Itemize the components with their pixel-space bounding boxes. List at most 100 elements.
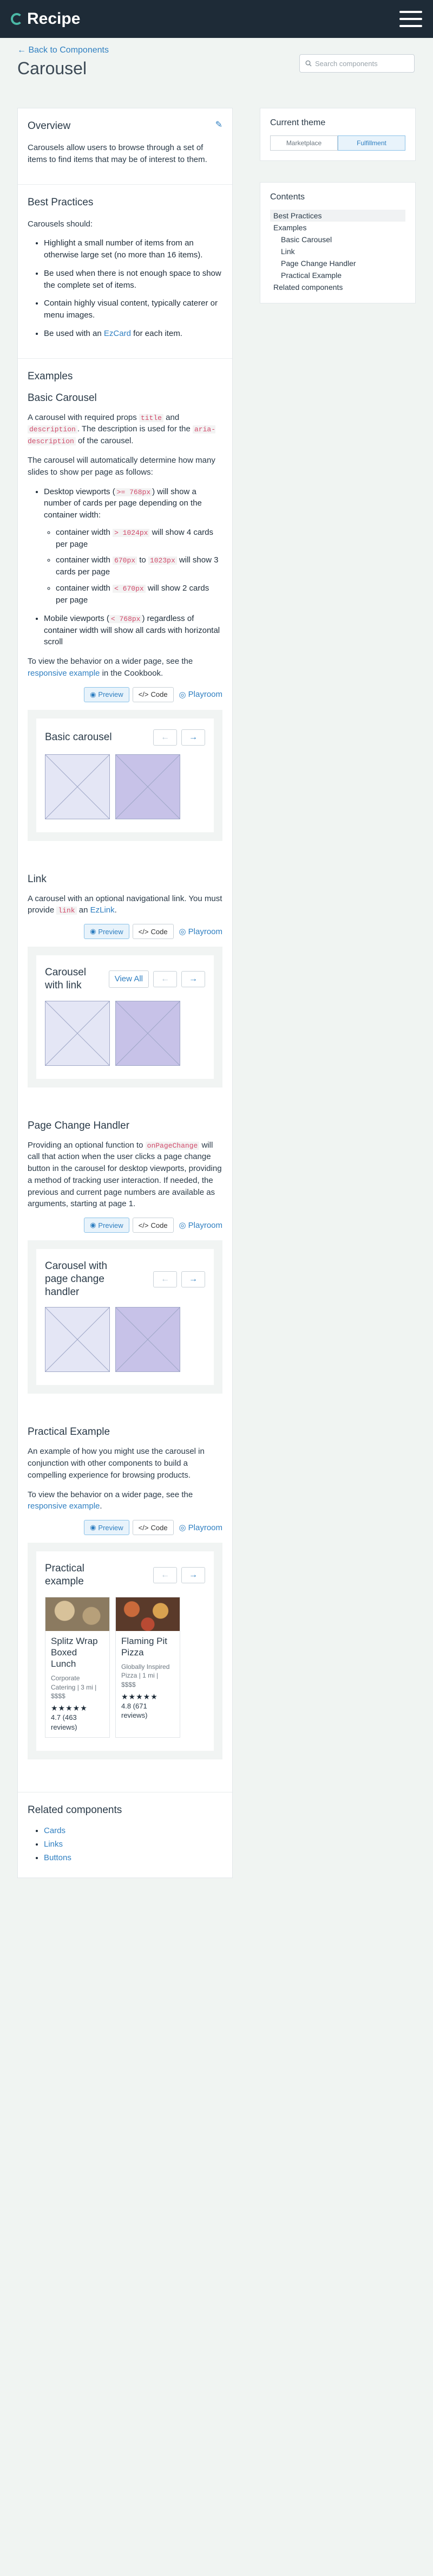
page-change-heading: Page Change Handler bbox=[28, 1119, 130, 1131]
carousel: Carousel with page change handler ← → bbox=[36, 1249, 214, 1386]
list-item: container width 670px to 1023px will sho… bbox=[56, 554, 222, 578]
hamburger-menu-icon[interactable] bbox=[399, 11, 422, 27]
code-button[interactable]: </> Code bbox=[132, 924, 174, 940]
page-change-desc: Providing an optional function to onPage… bbox=[28, 1140, 222, 1209]
best-practices-intro: Carousels should: bbox=[28, 219, 93, 229]
contents-panel: Contents Best Practices Examples Basic C… bbox=[260, 182, 416, 303]
previous-arrow-icon[interactable]: ← bbox=[153, 970, 177, 987]
playroom-link[interactable]: ◎ Playroom bbox=[179, 927, 222, 937]
basic-carousel-desc: A carousel with required props title and… bbox=[28, 412, 216, 446]
code-button[interactable]: </> Code bbox=[132, 1520, 174, 1536]
food-image bbox=[116, 1597, 180, 1631]
top-bar: Recipe bbox=[0, 0, 433, 38]
eye-icon: ◉ bbox=[90, 1221, 96, 1229]
search-box[interactable] bbox=[299, 54, 415, 73]
basic-carousel-heading: Basic Carousel bbox=[28, 392, 97, 404]
list-item: Cards bbox=[44, 1826, 222, 1835]
toc-item-related-components[interactable]: Related components bbox=[270, 281, 405, 293]
view-all-button[interactable]: View All bbox=[108, 970, 149, 988]
brand-logo[interactable]: Recipe bbox=[11, 10, 80, 28]
overview-section: Overview ✎ Carousels allow users to brow… bbox=[18, 108, 232, 185]
next-arrow-icon[interactable]: → bbox=[181, 1567, 205, 1583]
links-link[interactable]: Links bbox=[44, 1840, 63, 1849]
carousel-title: Carousel with page change handler bbox=[45, 1260, 108, 1298]
buttons-link[interactable]: Buttons bbox=[44, 1853, 71, 1862]
link-heading: Link bbox=[28, 873, 47, 885]
theme-option-marketplace[interactable]: Marketplace bbox=[270, 135, 338, 151]
review-count: 4.7 (463 reviews) bbox=[51, 1713, 77, 1731]
carousel-slide[interactable] bbox=[115, 1307, 180, 1373]
caterer-meta: Corporate Catering | 3 mi | $$$$ bbox=[51, 1674, 97, 1700]
code-button[interactable]: </> Code bbox=[132, 687, 174, 702]
list-item: Mobile viewports (< 768px) regardless of… bbox=[44, 613, 222, 648]
carousel-slide[interactable] bbox=[115, 1000, 180, 1066]
main-content: Overview ✎ Carousels allow users to brow… bbox=[17, 108, 233, 1879]
search-input[interactable] bbox=[315, 59, 407, 68]
basic-carousel-demo: Basic carousel ← → bbox=[28, 709, 222, 841]
previous-arrow-icon[interactable]: ← bbox=[153, 1271, 177, 1287]
code-button[interactable]: </> Code bbox=[132, 1218, 174, 1233]
list-item: Highlight a small number of items from a… bbox=[44, 237, 222, 261]
list-item: container width < 670px will show 2 card… bbox=[56, 582, 222, 606]
next-arrow-icon[interactable]: → bbox=[181, 970, 205, 987]
preview-button[interactable]: ◉ Preview bbox=[84, 1218, 129, 1233]
overview-heading: Overview bbox=[28, 120, 71, 132]
demo-toolbar: ◉ Preview </> Code ◎ Playroom bbox=[28, 687, 222, 702]
best-practices-section: Best Practices Carousels should: Highlig… bbox=[18, 185, 232, 359]
toc-item-basic-carousel[interactable]: Basic Carousel bbox=[270, 234, 405, 245]
examples-heading: Examples bbox=[28, 370, 73, 382]
carousel: Basic carousel ← → bbox=[36, 718, 214, 832]
carousel-slide[interactable] bbox=[45, 754, 110, 819]
carousel-title: Basic carousel bbox=[45, 731, 112, 743]
current-theme-heading: Current theme bbox=[270, 118, 326, 127]
food-image bbox=[45, 1597, 109, 1631]
playroom-link[interactable]: ◎ Playroom bbox=[179, 690, 222, 700]
list-item: Desktop viewports (>= 768px) will show a… bbox=[44, 486, 222, 606]
caterer-card[interactable]: Splitz Wrap Boxed Lunch Corporate Cateri… bbox=[45, 1596, 110, 1738]
theme-option-fulfillment[interactable]: Fulfillment bbox=[338, 135, 405, 151]
preview-button[interactable]: ◉ Preview bbox=[84, 924, 129, 940]
toc-item-link[interactable]: Link bbox=[270, 245, 405, 257]
star-rating-icon: ★★★★★ bbox=[51, 1704, 88, 1712]
list-item: Be used with an EzCard for each item. bbox=[44, 328, 222, 340]
next-arrow-icon[interactable]: → bbox=[181, 1271, 205, 1287]
toc-item-examples[interactable]: Examples bbox=[270, 222, 405, 234]
caterer-card[interactable]: Flaming Pit Pizza Globally Inspired Pizz… bbox=[115, 1596, 180, 1738]
playroom-icon: ◎ bbox=[179, 690, 186, 700]
basic-carousel-rules-intro: The carousel will automatically determin… bbox=[28, 456, 215, 477]
playroom-icon: ◎ bbox=[179, 1221, 186, 1231]
code-icon: </> bbox=[138, 690, 149, 698]
search-icon bbox=[305, 60, 312, 67]
code-icon: </> bbox=[138, 927, 149, 936]
playroom-link[interactable]: ◎ Playroom bbox=[179, 1523, 222, 1533]
back-to-components-link[interactable]: ← Back to Components bbox=[17, 46, 109, 55]
previous-arrow-icon[interactable]: ← bbox=[153, 1567, 177, 1583]
responsive-example-link[interactable]: responsive example bbox=[28, 1501, 100, 1511]
edit-pencil-icon[interactable]: ✎ bbox=[215, 119, 222, 130]
carousel-title: Practical example bbox=[45, 1563, 84, 1587]
current-theme-panel: Current theme Marketplace Fulfillment bbox=[260, 108, 416, 161]
preview-button[interactable]: ◉ Preview bbox=[84, 1520, 129, 1536]
list-item: Buttons bbox=[44, 1853, 222, 1862]
responsive-example-link[interactable]: responsive example bbox=[28, 669, 100, 678]
carousel-slide[interactable] bbox=[45, 1000, 110, 1066]
brand-name: Recipe bbox=[27, 10, 81, 28]
link-carousel-demo: Carousel with link View All ← → bbox=[28, 947, 222, 1088]
recipe-logo-icon bbox=[11, 13, 23, 25]
ezlink-link[interactable]: EzLink bbox=[90, 905, 115, 915]
eye-icon: ◉ bbox=[90, 927, 96, 936]
cards-link[interactable]: Cards bbox=[44, 1826, 65, 1835]
practical-heading: Practical Example bbox=[28, 1426, 110, 1438]
related-heading: Related components bbox=[28, 1804, 122, 1816]
playroom-link[interactable]: ◎ Playroom bbox=[179, 1220, 222, 1231]
preview-button[interactable]: ◉ Preview bbox=[84, 687, 129, 702]
previous-arrow-icon[interactable]: ← bbox=[153, 729, 177, 746]
demo-toolbar: ◉ Preview </> Code ◎ Playroom bbox=[28, 1218, 222, 1233]
ezcard-link[interactable]: EzCard bbox=[104, 329, 131, 338]
toc-item-best-practices[interactable]: Best Practices bbox=[270, 210, 405, 222]
carousel-slide[interactable] bbox=[45, 1307, 110, 1373]
toc-item-practical-example[interactable]: Practical Example bbox=[270, 269, 405, 281]
toc-item-page-change-handler[interactable]: Page Change Handler bbox=[270, 257, 405, 269]
carousel-slide[interactable] bbox=[115, 754, 180, 819]
next-arrow-icon[interactable]: → bbox=[181, 729, 205, 746]
